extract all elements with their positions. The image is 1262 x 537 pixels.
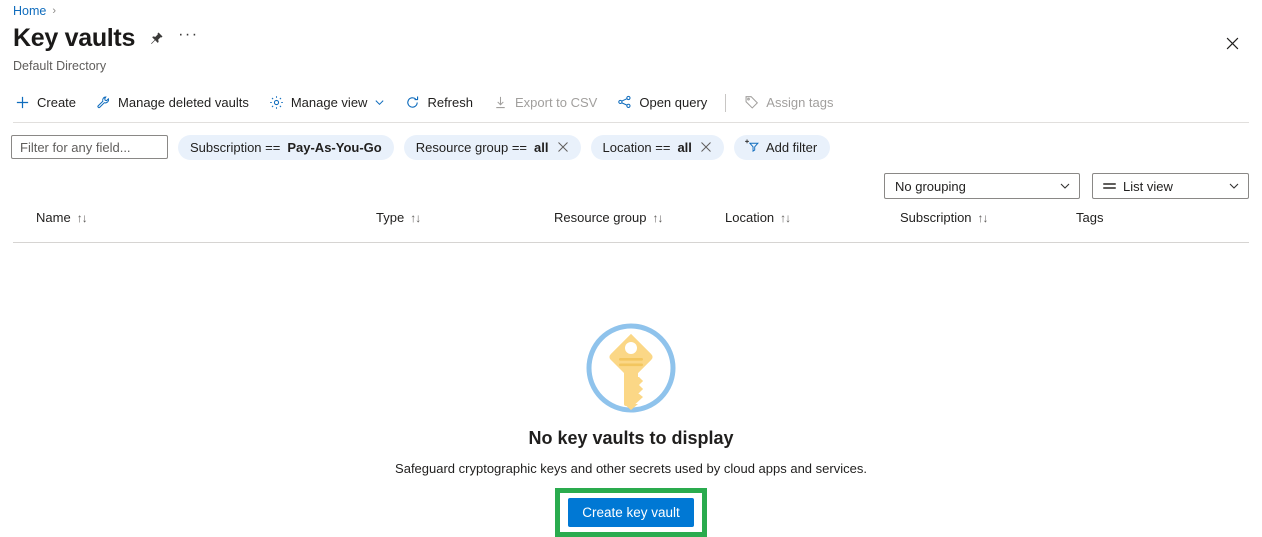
- tag-icon: [744, 95, 759, 110]
- toolbar-divider: [13, 122, 1249, 123]
- page-title: Key vaults: [13, 24, 136, 52]
- assign-tags-button: Assign tags: [734, 87, 843, 118]
- column-header-subscription[interactable]: Subscription ↑↓: [900, 210, 989, 225]
- filter-chip-subscription-value: Pay-As-You-Go: [287, 139, 382, 155]
- chevron-down-icon: [1059, 180, 1071, 192]
- manage-deleted-vaults-button[interactable]: Manage deleted vaults: [86, 87, 259, 118]
- column-header-type[interactable]: Type ↑↓: [376, 210, 421, 225]
- gear-icon: [269, 95, 284, 110]
- open-query-label: Open query: [639, 95, 708, 110]
- grouping-select[interactable]: No grouping: [884, 173, 1080, 199]
- command-toolbar: Create Manage deleted vaults Manage view: [13, 87, 844, 118]
- filter-chip-resource-group-label: Resource group ==: [415, 139, 528, 155]
- page-subtitle: Default Directory: [13, 59, 107, 73]
- column-header-tags[interactable]: Tags: [1076, 210, 1103, 225]
- refresh-label: Refresh: [427, 95, 473, 110]
- close-icon[interactable]: [1219, 30, 1245, 56]
- assign-tags-label: Assign tags: [766, 95, 834, 110]
- manage-view-label: Manage view: [290, 95, 368, 110]
- page-title-row: Key vaults ···: [13, 26, 199, 51]
- view-controls: No grouping List view: [884, 173, 1249, 199]
- column-header-subscription-label: Subscription: [900, 210, 972, 225]
- toolbar-separator: [725, 93, 727, 112]
- table-header: Name ↑↓ Type ↑↓ Resource group ↑↓ Locati…: [0, 210, 1262, 240]
- key-vault-icon: [583, 320, 679, 416]
- wrench-icon: [96, 95, 111, 110]
- sort-icon: ↑↓: [977, 210, 989, 225]
- column-header-name[interactable]: Name ↑↓: [36, 210, 88, 225]
- column-header-resource-group[interactable]: Resource group ↑↓: [554, 210, 664, 225]
- download-icon: [493, 95, 508, 110]
- add-filter-icon: [744, 138, 760, 156]
- sort-icon: ↑↓: [76, 210, 88, 225]
- grouping-select-value: No grouping: [895, 178, 966, 194]
- empty-state: No key vaults to display Safeguard crypt…: [0, 320, 1262, 537]
- chevron-down-icon: [374, 97, 385, 108]
- empty-state-title: No key vaults to display: [528, 428, 734, 448]
- filter-bar: Subscription == Pay-As-You-Go Resource g…: [11, 134, 831, 160]
- chevron-down-icon: [1228, 180, 1240, 192]
- add-filter-label: Add filter: [765, 139, 818, 155]
- filter-chip-resource-group-remove-icon[interactable]: [557, 141, 569, 153]
- filter-chip-subscription-label: Subscription ==: [190, 139, 281, 155]
- filter-chip-location-label: Location ==: [602, 139, 671, 155]
- open-query-icon: [617, 95, 632, 110]
- export-to-csv-label: Export to CSV: [514, 95, 598, 110]
- manage-deleted-vaults-label: Manage deleted vaults: [118, 95, 249, 110]
- filter-chip-location[interactable]: Location == all: [590, 134, 724, 160]
- sort-icon: ↑↓: [410, 210, 421, 225]
- filter-chip-location-remove-icon[interactable]: [700, 141, 712, 153]
- list-view-icon: [1103, 183, 1116, 189]
- view-mode-select-value: List view: [1123, 178, 1173, 194]
- column-header-location[interactable]: Location ↑↓: [725, 210, 791, 225]
- filter-chip-resource-group-value: all: [534, 139, 549, 155]
- sort-icon: ↑↓: [780, 210, 791, 225]
- column-header-location-label: Location: [725, 210, 775, 225]
- refresh-icon: [405, 95, 420, 110]
- plus-icon: [15, 95, 30, 110]
- create-label: Create: [37, 95, 77, 110]
- breadcrumb-home-link[interactable]: Home: [13, 4, 46, 18]
- breadcrumb: Home ›: [13, 0, 56, 22]
- view-mode-select[interactable]: List view: [1092, 173, 1249, 199]
- manage-view-button[interactable]: Manage view: [259, 87, 396, 118]
- sort-icon: ↑↓: [652, 210, 664, 225]
- open-query-button[interactable]: Open query: [607, 87, 717, 118]
- column-header-name-label: Name: [36, 210, 71, 225]
- empty-state-description: Safeguard cryptographic keys and other s…: [395, 461, 867, 476]
- filter-chip-location-value: all: [677, 139, 692, 155]
- column-header-type-label: Type: [376, 210, 405, 225]
- refresh-button[interactable]: Refresh: [395, 87, 483, 118]
- column-header-tags-label: Tags: [1076, 210, 1104, 225]
- table-header-divider: [13, 242, 1249, 243]
- add-filter-button[interactable]: Add filter: [733, 134, 831, 160]
- filter-chip-resource-group[interactable]: Resource group == all: [403, 134, 581, 160]
- search-input[interactable]: [11, 135, 168, 159]
- column-header-resource-group-label: Resource group: [554, 210, 647, 225]
- breadcrumb-separator-icon: ›: [52, 5, 57, 17]
- pin-icon[interactable]: [149, 31, 164, 46]
- filter-chip-subscription[interactable]: Subscription == Pay-As-You-Go: [178, 134, 394, 160]
- export-to-csv-button: Export to CSV: [483, 87, 607, 118]
- more-options-icon[interactable]: ···: [178, 26, 198, 51]
- create-key-vault-button[interactable]: Create key vault: [568, 498, 694, 527]
- create-button[interactable]: Create: [13, 87, 86, 118]
